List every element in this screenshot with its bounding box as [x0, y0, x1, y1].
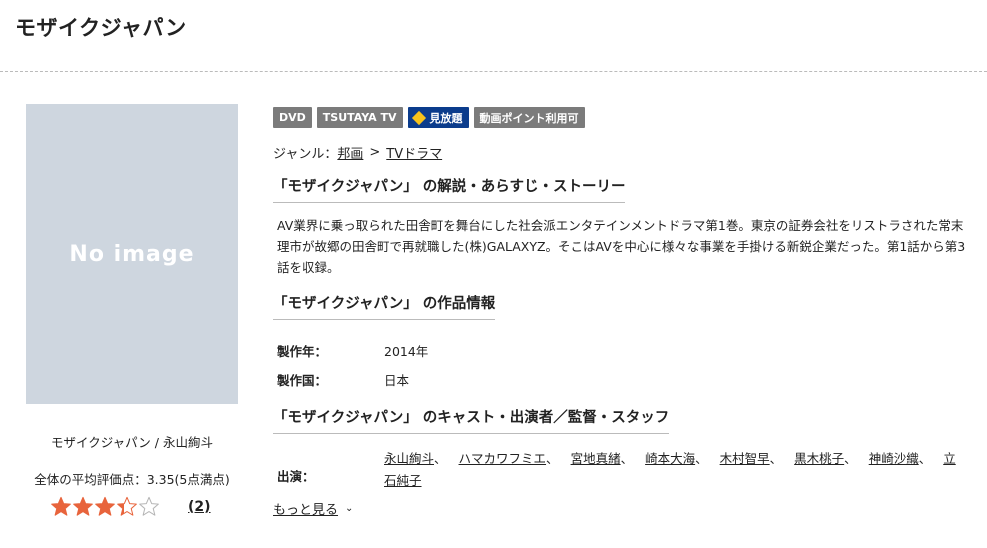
star-icon — [95, 496, 115, 516]
badge-unlimited: 見放題 — [407, 107, 469, 128]
cast-separator: 、 — [546, 451, 559, 466]
cast-separator: 、 — [844, 451, 857, 466]
cast-row: 出演： 永山絢斗、 ハマカワフミエ、 宮地真緒、 崎本大海、 木村智早、 黒木桃子、 神崎沙… — [273, 448, 973, 492]
description-heading: 「モザイクジャパン」 の解説・あらすじ・ストーリー — [273, 175, 626, 203]
cast-link[interactable]: 黒木桃子 — [794, 451, 844, 466]
cast-list: 永山絢斗、 ハマカワフミエ、 宮地真緒、 崎本大海、 木村智早、 黒木桃子、 神崎沙織、 立石… — [384, 448, 964, 492]
chevron-down-icon: ⌄ — [345, 503, 354, 514]
info-value: 2014年 — [384, 344, 429, 359]
info-label: 製作年： — [277, 344, 328, 359]
star-icon — [51, 496, 71, 516]
page-title: モザイクジャパン — [15, 16, 187, 40]
cast-separator: 、 — [620, 451, 634, 466]
cast-link[interactable]: 神崎沙織 — [869, 451, 919, 466]
badge-row: DVD TSUTAYA TV 見放題 動画ポイント利用可 — [273, 107, 973, 128]
cast-separator: 、 — [434, 451, 447, 466]
cast-link[interactable]: 永山絢斗 — [384, 451, 434, 466]
cover-caption: モザイクジャパン / 永山絢斗 — [51, 435, 213, 450]
title-divider — [0, 71, 987, 72]
info-label: 製作国： — [277, 373, 328, 388]
cast-separator: 、 — [695, 451, 708, 466]
info-table: 製作年： 2014年 製作国： 日本 — [273, 336, 973, 394]
star-icon — [73, 496, 93, 516]
badge-dvd: DVD — [273, 107, 312, 128]
info-value: 日本 — [384, 373, 410, 388]
cast-heading: 「モザイクジャパン」 のキャスト・出演者／監督・スタッフ — [273, 406, 670, 434]
genre-link-tvdrama[interactable]: TVドラマ — [386, 143, 442, 162]
average-rating-text: 全体の平均評価点：3.35(5点満点) — [34, 472, 230, 487]
info-row-country: 製作国： 日本 — [273, 365, 973, 394]
rating-stars — [50, 496, 160, 518]
badge-unlimited-label: 見放題 — [429, 111, 463, 125]
star-icon — [117, 496, 137, 516]
info-row-year: 製作年： 2014年 — [273, 336, 973, 365]
main-content: DVD TSUTAYA TV 見放題 動画ポイント利用可 ジャンル： 邦画 > … — [273, 107, 973, 518]
cast-separator: 、 — [769, 451, 783, 466]
cover-image[interactable]: No image — [26, 104, 238, 404]
genre-separator: > — [369, 145, 381, 160]
genre-label: ジャンル： — [273, 147, 338, 162]
cast-link[interactable]: ハマカワフミエ — [459, 451, 547, 466]
cast-label: 出演： — [277, 469, 315, 484]
rating-row: (2) — [26, 496, 238, 518]
genre-link-houga[interactable]: 邦画 — [337, 143, 363, 162]
star-icon — [139, 496, 159, 516]
cast-link[interactable]: 宮地真緒 — [571, 451, 621, 466]
badge-video-points: 動画ポイント利用可 — [473, 107, 585, 128]
cast-link[interactable]: 崎本大海 — [645, 451, 695, 466]
review-count-link[interactable]: (2) — [188, 499, 211, 515]
diamond-icon — [411, 110, 426, 125]
cast-separator: 、 — [918, 451, 932, 466]
cast-link[interactable]: 木村智早 — [720, 451, 770, 466]
badge-tsutaya-tv: TSUTAYA TV — [316, 107, 403, 128]
info-heading: 「モザイクジャパン」 の作品情報 — [273, 292, 496, 320]
more-toggle[interactable]: もっと見る ⌄ — [273, 499, 973, 518]
no-image-text: No image — [69, 241, 195, 267]
description-text: AV業界に乗っ取られた田舎町を舞台にした社会派エンタテインメントドラマ第1巻。東… — [277, 218, 966, 275]
more-link[interactable]: もっと見る — [273, 499, 338, 518]
genre-breadcrumb: ジャンル： 邦画 > TVドラマ — [273, 143, 973, 162]
left-column: No image モザイクジャパン / 永山絢斗 全体の平均評価点：3.35(5… — [26, 104, 238, 518]
